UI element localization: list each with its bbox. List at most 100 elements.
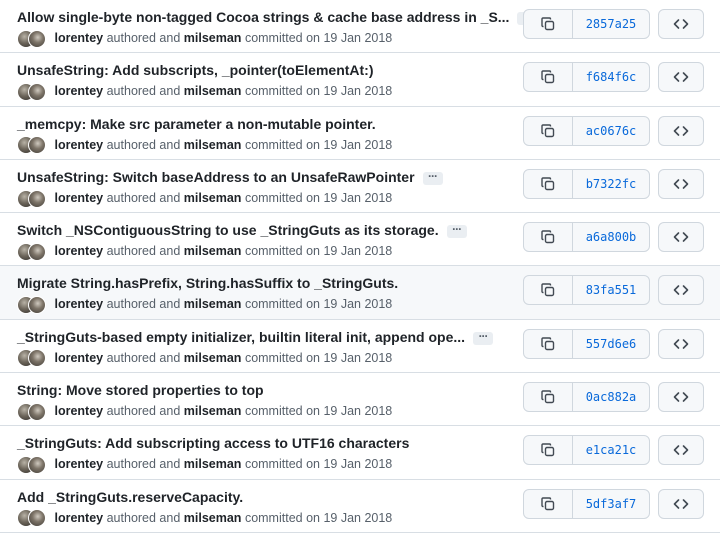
commit-sha-link[interactable]: 0ac882a (573, 383, 649, 411)
browse-repository-button[interactable] (658, 9, 704, 39)
commit-sha-link[interactable]: 5df3af7 (573, 490, 649, 518)
browse-repository-button[interactable] (658, 435, 704, 466)
browse-repository-button[interactable] (658, 488, 704, 519)
copy-sha-button[interactable] (524, 436, 573, 465)
expand-message-button[interactable]: ··· (446, 223, 467, 239)
author-link[interactable]: lorentey (54, 31, 103, 45)
copy-sha-button[interactable] (524, 223, 573, 252)
committer-avatar[interactable] (28, 509, 46, 528)
committer-link[interactable]: milseman (184, 457, 242, 471)
committer-avatar[interactable] (28, 189, 46, 208)
commit-sha-link[interactable]: b7322fc (573, 170, 649, 198)
committer-avatar[interactable] (28, 456, 46, 475)
browse-repository-button[interactable] (658, 62, 704, 93)
code-icon (673, 496, 689, 512)
commit-title-link[interactable]: String: Move stored properties to top (17, 382, 264, 398)
committer-avatar[interactable] (28, 296, 46, 315)
commit-meta: lorentey authored and milseman committed… (17, 294, 392, 315)
commit-meta: lorentey authored and milseman committed… (17, 81, 392, 101)
copy-sha-button[interactable] (524, 383, 573, 412)
commit-title-link[interactable]: _StringGuts: Add subscripting access to … (17, 435, 409, 451)
copy-sha-button[interactable] (524, 10, 573, 38)
commit-sha-link[interactable]: 557d6e6 (573, 330, 649, 358)
commit-title-link[interactable]: Allow single-byte non-tagged Cocoa strin… (17, 9, 509, 25)
commit-title-link[interactable]: UnsafeString: Add subscripts, _pointer(t… (17, 62, 374, 78)
committer-link[interactable]: milseman (184, 351, 242, 365)
sha-button-group: 83fa551 (523, 275, 650, 306)
avatar-stack[interactable] (17, 295, 47, 315)
avatar-stack[interactable] (17, 82, 47, 102)
commit-meta: lorentey authored and milseman committed… (17, 508, 392, 528)
committer-avatar[interactable] (28, 402, 46, 421)
commit-meta: lorentey authored and milseman committed… (17, 241, 392, 261)
avatar-stack[interactable] (17, 29, 47, 49)
copy-sha-button[interactable] (524, 276, 573, 305)
author-link[interactable]: lorentey (54, 457, 103, 471)
author-link[interactable]: lorentey (54, 297, 103, 311)
commit-sha-link[interactable]: a6a800b (573, 223, 649, 251)
browse-repository-button[interactable] (658, 382, 704, 413)
committed-date: committed on 19 Jan 2018 (244, 457, 393, 472)
copy-icon (540, 442, 556, 458)
commit-title-link[interactable]: Add _StringGuts.reserveCapacity. (17, 489, 243, 505)
author-link[interactable]: lorentey (54, 191, 103, 205)
committer-link[interactable]: milseman (184, 511, 242, 525)
commit-title-link[interactable]: UnsafeString: Switch baseAddress to an U… (17, 169, 415, 185)
committer-avatar[interactable] (28, 29, 46, 48)
committer-link[interactable]: milseman (184, 404, 242, 418)
author-link[interactable]: lorentey (54, 404, 103, 418)
avatar-stack[interactable] (17, 508, 47, 528)
copy-sha-button[interactable] (524, 329, 573, 358)
copy-icon (540, 229, 556, 245)
sha-button-group: a6a800b (523, 222, 650, 253)
committer-avatar[interactable] (28, 136, 46, 155)
avatar-stack[interactable] (17, 189, 47, 209)
commit-sha-link[interactable]: e1ca21c (573, 436, 649, 464)
copy-sha-button[interactable] (524, 169, 573, 198)
browse-repository-button[interactable] (658, 168, 704, 199)
copy-sha-button[interactable] (524, 63, 573, 92)
copy-sha-button[interactable] (524, 489, 573, 518)
committer-link[interactable]: milseman (184, 191, 242, 205)
author-link[interactable]: lorentey (54, 511, 103, 525)
author-link[interactable]: lorentey (54, 84, 103, 98)
copy-sha-button[interactable] (524, 116, 573, 145)
commit-sha-link[interactable]: ac0676c (573, 117, 649, 145)
expand-message-button[interactable]: ··· (473, 330, 494, 345)
commit-title-link[interactable]: _StringGuts-based empty initializer, bui… (17, 329, 465, 345)
commit-sha-link[interactable]: f684f6c (573, 63, 649, 91)
commit-sha-link[interactable]: 83fa551 (573, 276, 649, 304)
browse-repository-button[interactable] (658, 275, 704, 306)
committer-link[interactable]: milseman (184, 138, 242, 152)
author-link[interactable]: lorentey (54, 244, 103, 258)
committed-date: committed on 19 Jan 2018 (244, 510, 393, 525)
avatar-stack[interactable] (17, 242, 47, 262)
commit-row: Add _StringGuts.reserveCapacity. lorente… (0, 479, 720, 533)
committer-link[interactable]: milseman (184, 31, 242, 45)
browse-repository-button[interactable] (658, 222, 704, 253)
copy-icon (540, 123, 556, 139)
committer-link[interactable]: milseman (184, 84, 242, 98)
avatar-stack[interactable] (17, 348, 47, 368)
sha-button-group: b7322fc (523, 168, 650, 199)
committer-link[interactable]: milseman (184, 244, 242, 258)
committer-avatar[interactable] (28, 349, 46, 368)
avatar-stack[interactable] (17, 402, 47, 422)
avatar-stack[interactable] (17, 135, 47, 155)
avatar-stack[interactable] (17, 455, 47, 475)
committer-avatar[interactable] (28, 83, 46, 101)
author-link[interactable]: lorentey (54, 138, 103, 152)
commit-title-link[interactable]: Switch _NSContiguousString to use _Strin… (17, 222, 439, 238)
expand-message-button[interactable]: ··· (422, 170, 443, 185)
browse-repository-button[interactable] (658, 328, 704, 359)
author-link[interactable]: lorentey (54, 351, 103, 365)
committer-avatar[interactable] (28, 242, 46, 261)
commit-title-link[interactable]: _memcpy: Make src parameter a non-mutabl… (17, 116, 376, 132)
commit-meta: lorentey authored and milseman committed… (17, 28, 392, 48)
commit-title-link[interactable]: Migrate String.hasPrefix, String.hasSuff… (17, 275, 398, 291)
commit-row: UnsafeString: Switch baseAddress to an U… (0, 159, 720, 214)
commit-sha-link[interactable]: 2857a25 (573, 10, 649, 38)
committer-link[interactable]: milseman (184, 297, 242, 311)
browse-repository-button[interactable] (658, 115, 704, 146)
commit-meta: lorentey authored and milseman committed… (17, 348, 392, 368)
